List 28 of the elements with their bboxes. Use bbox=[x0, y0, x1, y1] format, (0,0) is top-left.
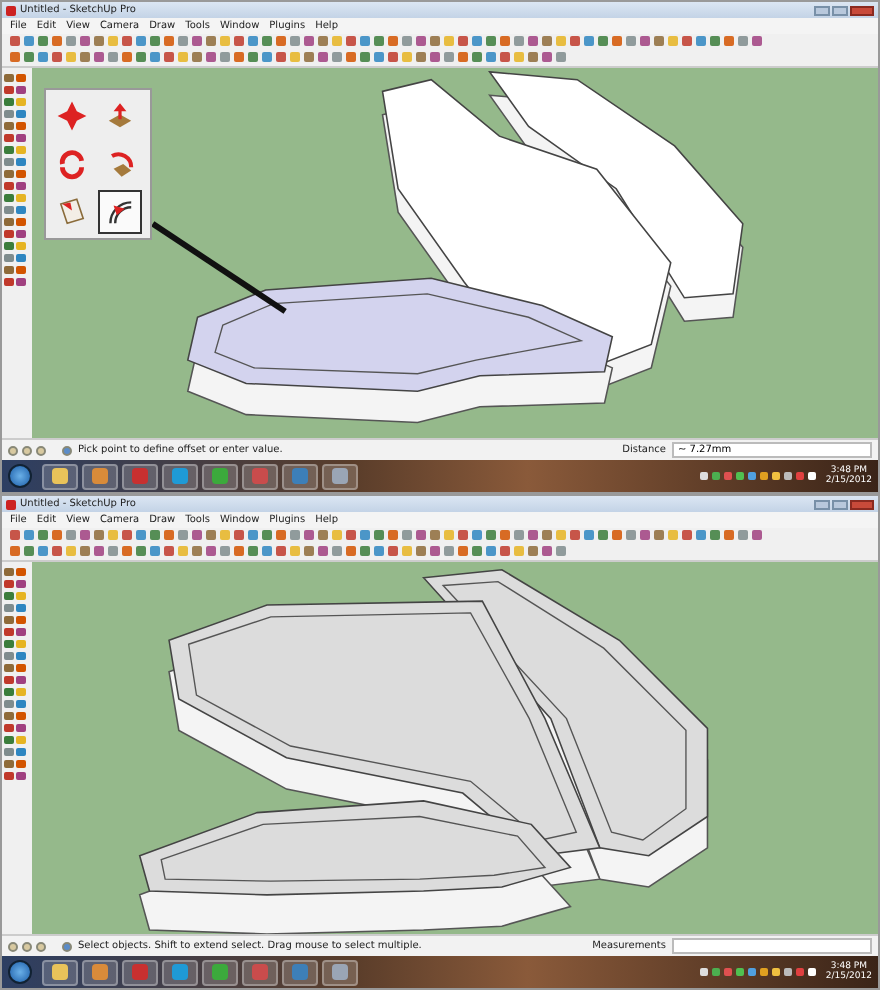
close-button[interactable] bbox=[850, 499, 874, 509]
taskbar-app-icon[interactable] bbox=[82, 959, 118, 985]
taskbar-app-icon[interactable] bbox=[42, 463, 78, 489]
maximize-button[interactable] bbox=[832, 499, 848, 509]
start-button[interactable] bbox=[8, 960, 32, 984]
close-button[interactable] bbox=[850, 5, 874, 15]
taskbar-app-icon[interactable] bbox=[82, 463, 118, 489]
maximize-button[interactable] bbox=[832, 5, 848, 15]
taskbar-app-icon[interactable] bbox=[162, 463, 198, 489]
taskbar-app-icon[interactable] bbox=[122, 463, 158, 489]
tool-button[interactable] bbox=[98, 190, 142, 234]
taskbar-app-icon[interactable] bbox=[122, 959, 158, 985]
taskbar-app-icon[interactable] bbox=[42, 959, 78, 985]
help-icon[interactable] bbox=[62, 941, 72, 951]
taskbar-app-icon[interactable] bbox=[282, 463, 318, 489]
taskbar-app-icon[interactable] bbox=[322, 959, 358, 985]
taskbar-app-icon[interactable] bbox=[202, 959, 238, 985]
help-icon[interactable] bbox=[62, 445, 72, 455]
start-button[interactable] bbox=[8, 464, 32, 488]
taskbar-app-icon[interactable] bbox=[162, 959, 198, 985]
taskbar-app-icon[interactable] bbox=[202, 463, 238, 489]
taskbar-app-icon[interactable] bbox=[242, 959, 278, 985]
measurements-field[interactable] bbox=[672, 938, 872, 954]
taskbar-app-icon[interactable] bbox=[242, 463, 278, 489]
minimize-button[interactable] bbox=[814, 5, 830, 15]
taskbar-app-icon[interactable] bbox=[282, 959, 318, 985]
taskbar-app-icon[interactable] bbox=[322, 463, 358, 489]
minimize-button[interactable] bbox=[814, 499, 830, 509]
